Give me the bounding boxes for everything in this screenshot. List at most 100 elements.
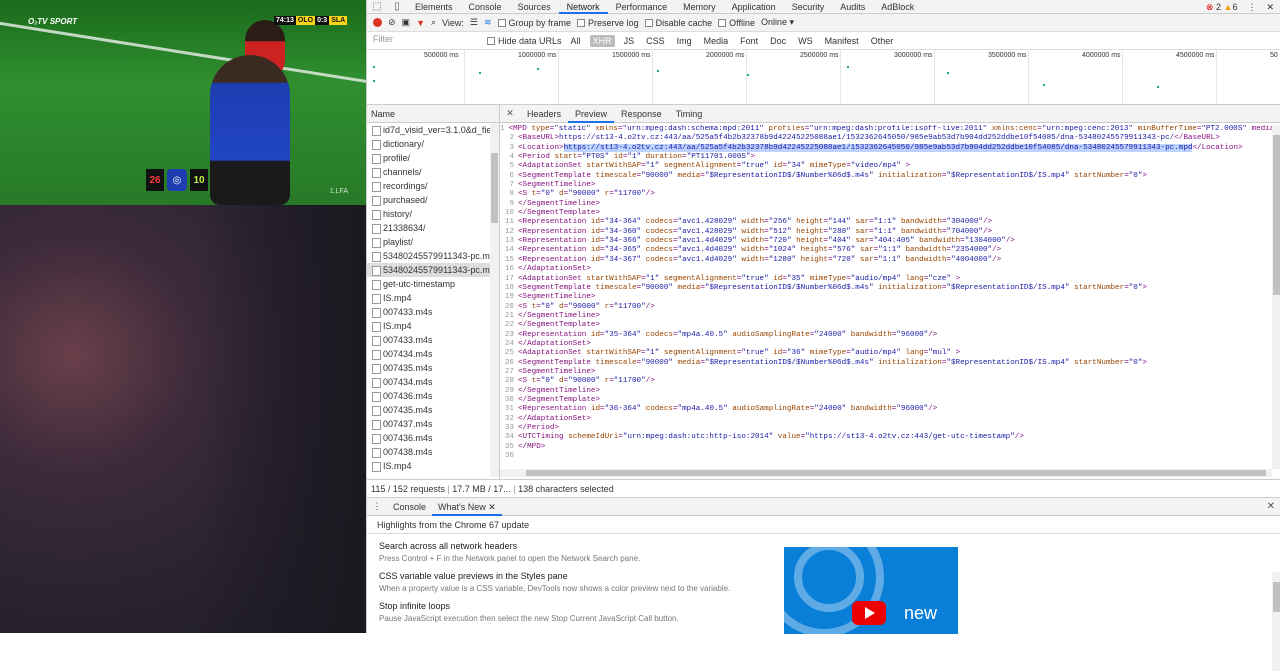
item-title: Stop infinite loops [379, 601, 451, 611]
request-row[interactable]: profile/ [367, 151, 499, 165]
code-line: 24 </AdaptationSet> [504, 339, 591, 348]
name-column-header[interactable]: Name [367, 105, 499, 123]
item-description: Press Control + F in the Network panel t… [379, 554, 641, 563]
channel-logo: O₂TV SPORT [28, 17, 78, 26]
request-row[interactable]: id7d_visid_ver=3.1.0&d_fieldgr [367, 123, 499, 137]
request-row[interactable]: get-utc-timestamp [367, 277, 499, 291]
request-row[interactable]: 007438.m4s [367, 445, 499, 459]
tab-performance[interactable]: Performance [608, 0, 676, 14]
filter-type-media[interactable]: Media [701, 35, 732, 47]
request-row[interactable]: 007433.m4s [367, 305, 499, 319]
network-overview-timeline[interactable]: 500000 ms 1000000 ms 1500000 ms 2000000 ms 2… [367, 50, 1280, 105]
overview-tick-label: 50 [1270, 52, 1278, 59]
tab-console-drawer[interactable]: Console [387, 498, 432, 516]
request-row[interactable]: IS.mp4 [367, 319, 499, 333]
error-count[interactable]: ⊗ 2 ▲6 [1206, 2, 1238, 13]
tab-console[interactable]: Console [461, 0, 510, 14]
filter-type-js[interactable]: JS [621, 35, 638, 47]
request-row[interactable]: IS.mp4 [367, 459, 499, 473]
inspect-icon[interactable]: ⬚ [367, 1, 387, 12]
more-menu-icon[interactable]: ⋮ [1247, 2, 1256, 13]
request-row[interactable]: channels/ [367, 165, 499, 179]
preview-vertical-scrollbar[interactable] [1272, 125, 1280, 469]
offline-checkbox[interactable]: Offline [718, 18, 755, 28]
tab-application[interactable]: Application [724, 0, 784, 14]
tab-whats-new[interactable]: What's New ✕ [432, 498, 502, 516]
filter-type-doc[interactable]: Doc [767, 35, 789, 47]
filter-input[interactable]: Filter [371, 34, 481, 47]
selection-info: 138 characters selected [518, 484, 614, 494]
preview-horizontal-scrollbar[interactable] [500, 469, 1272, 477]
tab-audits[interactable]: Audits [832, 0, 873, 14]
request-row[interactable]: 007435.m4s [367, 361, 499, 375]
clear-icon[interactable]: ⊘ [388, 17, 396, 28]
request-row[interactable]: 007434.m4s [367, 347, 499, 361]
request-row[interactable]: history/ [367, 207, 499, 221]
hide-data-urls-checkbox[interactable]: Hide data URLs [487, 36, 562, 46]
tab-timing[interactable]: Timing [669, 105, 710, 123]
tab-sources[interactable]: Sources [510, 0, 559, 14]
filter-type-other[interactable]: Other [868, 35, 897, 47]
play-icon[interactable] [852, 601, 886, 625]
device-toolbar-icon[interactable]: ▯ [387, 1, 407, 12]
whats-new-item[interactable]: Stop infinite loops Pause JavaScript exe… [379, 601, 679, 623]
xml-preview[interactable]: 1 <MPD type="static" xmlns="urn:mpeg:dash… [500, 125, 1272, 467]
whats-new-item[interactable]: CSS variable value previews in the Style… [379, 571, 730, 593]
request-row[interactable]: 007436.m4s [367, 431, 499, 445]
overview-tick-label: 2000000 ms [706, 52, 745, 59]
request-row[interactable]: IS.mp4 [367, 291, 499, 305]
capture-screenshots-icon[interactable]: ▣ [402, 17, 411, 28]
request-row[interactable]: 007433.m4s [367, 333, 499, 347]
filter-type-all[interactable]: All [568, 35, 584, 47]
filter-type-css[interactable]: CSS [643, 35, 668, 47]
request-row[interactable]: purchased/ [367, 193, 499, 207]
filter-type-manifest[interactable]: Manifest [822, 35, 862, 47]
request-rows: id7d_visid_ver=3.1.0&d_fieldgr dictionary… [367, 123, 499, 477]
tab-security[interactable]: Security [784, 0, 833, 14]
waterfall-icon[interactable]: ≋ [484, 17, 492, 28]
group-by-frame-checkbox[interactable]: Group by frame [497, 18, 571, 28]
request-row[interactable]: recordings/ [367, 179, 499, 193]
tab-elements[interactable]: Elements [407, 0, 461, 14]
request-row[interactable]: 007437.m4s [367, 417, 499, 431]
request-row[interactable]: dictionary/ [367, 137, 499, 151]
request-row[interactable]: 53480245579911343-pc.mpd [367, 249, 499, 263]
overview-gridline [840, 50, 841, 104]
item-description: When a property value is a CSS variable,… [379, 584, 731, 593]
record-icon[interactable] [373, 18, 382, 27]
request-row[interactable]: 21338634/ [367, 221, 499, 235]
large-rows-icon[interactable]: ☰ [470, 17, 478, 28]
filter-type-font[interactable]: Font [737, 35, 761, 47]
request-row[interactable]: 007435.m4s [367, 403, 499, 417]
disable-cache-checkbox[interactable]: Disable cache [644, 18, 712, 28]
tab-response[interactable]: Response [614, 105, 669, 123]
player-badge: 26 ◎ 10 [146, 169, 208, 191]
request-list-scrollbar[interactable] [490, 123, 499, 477]
tab-preview[interactable]: Preview [568, 105, 615, 123]
filter-type-xhr[interactable]: XHR [589, 34, 615, 47]
filter-type-ws[interactable]: WS [795, 35, 816, 47]
close-icon[interactable]: ✕ [1266, 2, 1274, 13]
drawer-scrollbar[interactable] [1272, 572, 1280, 671]
filter-type-img[interactable]: Img [674, 35, 695, 47]
request-row[interactable]: 53480245579911343-pc.mpd [367, 263, 499, 277]
code-line: 28 <S t="0" d="90000" r="11700"/> [504, 377, 655, 386]
tab-headers[interactable]: Headers [520, 105, 568, 123]
video-player[interactable]: O₂TV SPORT 74:13 OLO 0:3 SLA 26 ◎ 10 1.L… [0, 0, 366, 205]
tab-memory[interactable]: Memory [675, 0, 724, 14]
tab-adblock[interactable]: AdBlock [873, 0, 922, 14]
close-icon[interactable]: ✕ [500, 108, 520, 119]
whats-new-item[interactable]: Search across all network headers Press … [379, 541, 640, 563]
request-row[interactable]: 007434.m4s [367, 375, 499, 389]
drawer-menu-icon[interactable]: ⋮ [367, 501, 387, 512]
request-row[interactable]: playlist/ [367, 235, 499, 249]
tab-network[interactable]: Network [558, 0, 608, 14]
close-drawer-icon[interactable]: ✕ [1267, 501, 1275, 512]
request-row[interactable]: 007436.m4s [367, 389, 499, 403]
whats-new-video-thumbnail[interactable]: new [784, 547, 958, 634]
throttling-select[interactable]: Online ▾ [761, 17, 794, 28]
filter-icon[interactable]: ▼ [416, 18, 425, 28]
search-icon[interactable]: ⌕ [431, 17, 436, 28]
overview-tick-label: 500000 ms [424, 52, 459, 59]
preserve-log-checkbox[interactable]: Preserve log [577, 18, 639, 28]
